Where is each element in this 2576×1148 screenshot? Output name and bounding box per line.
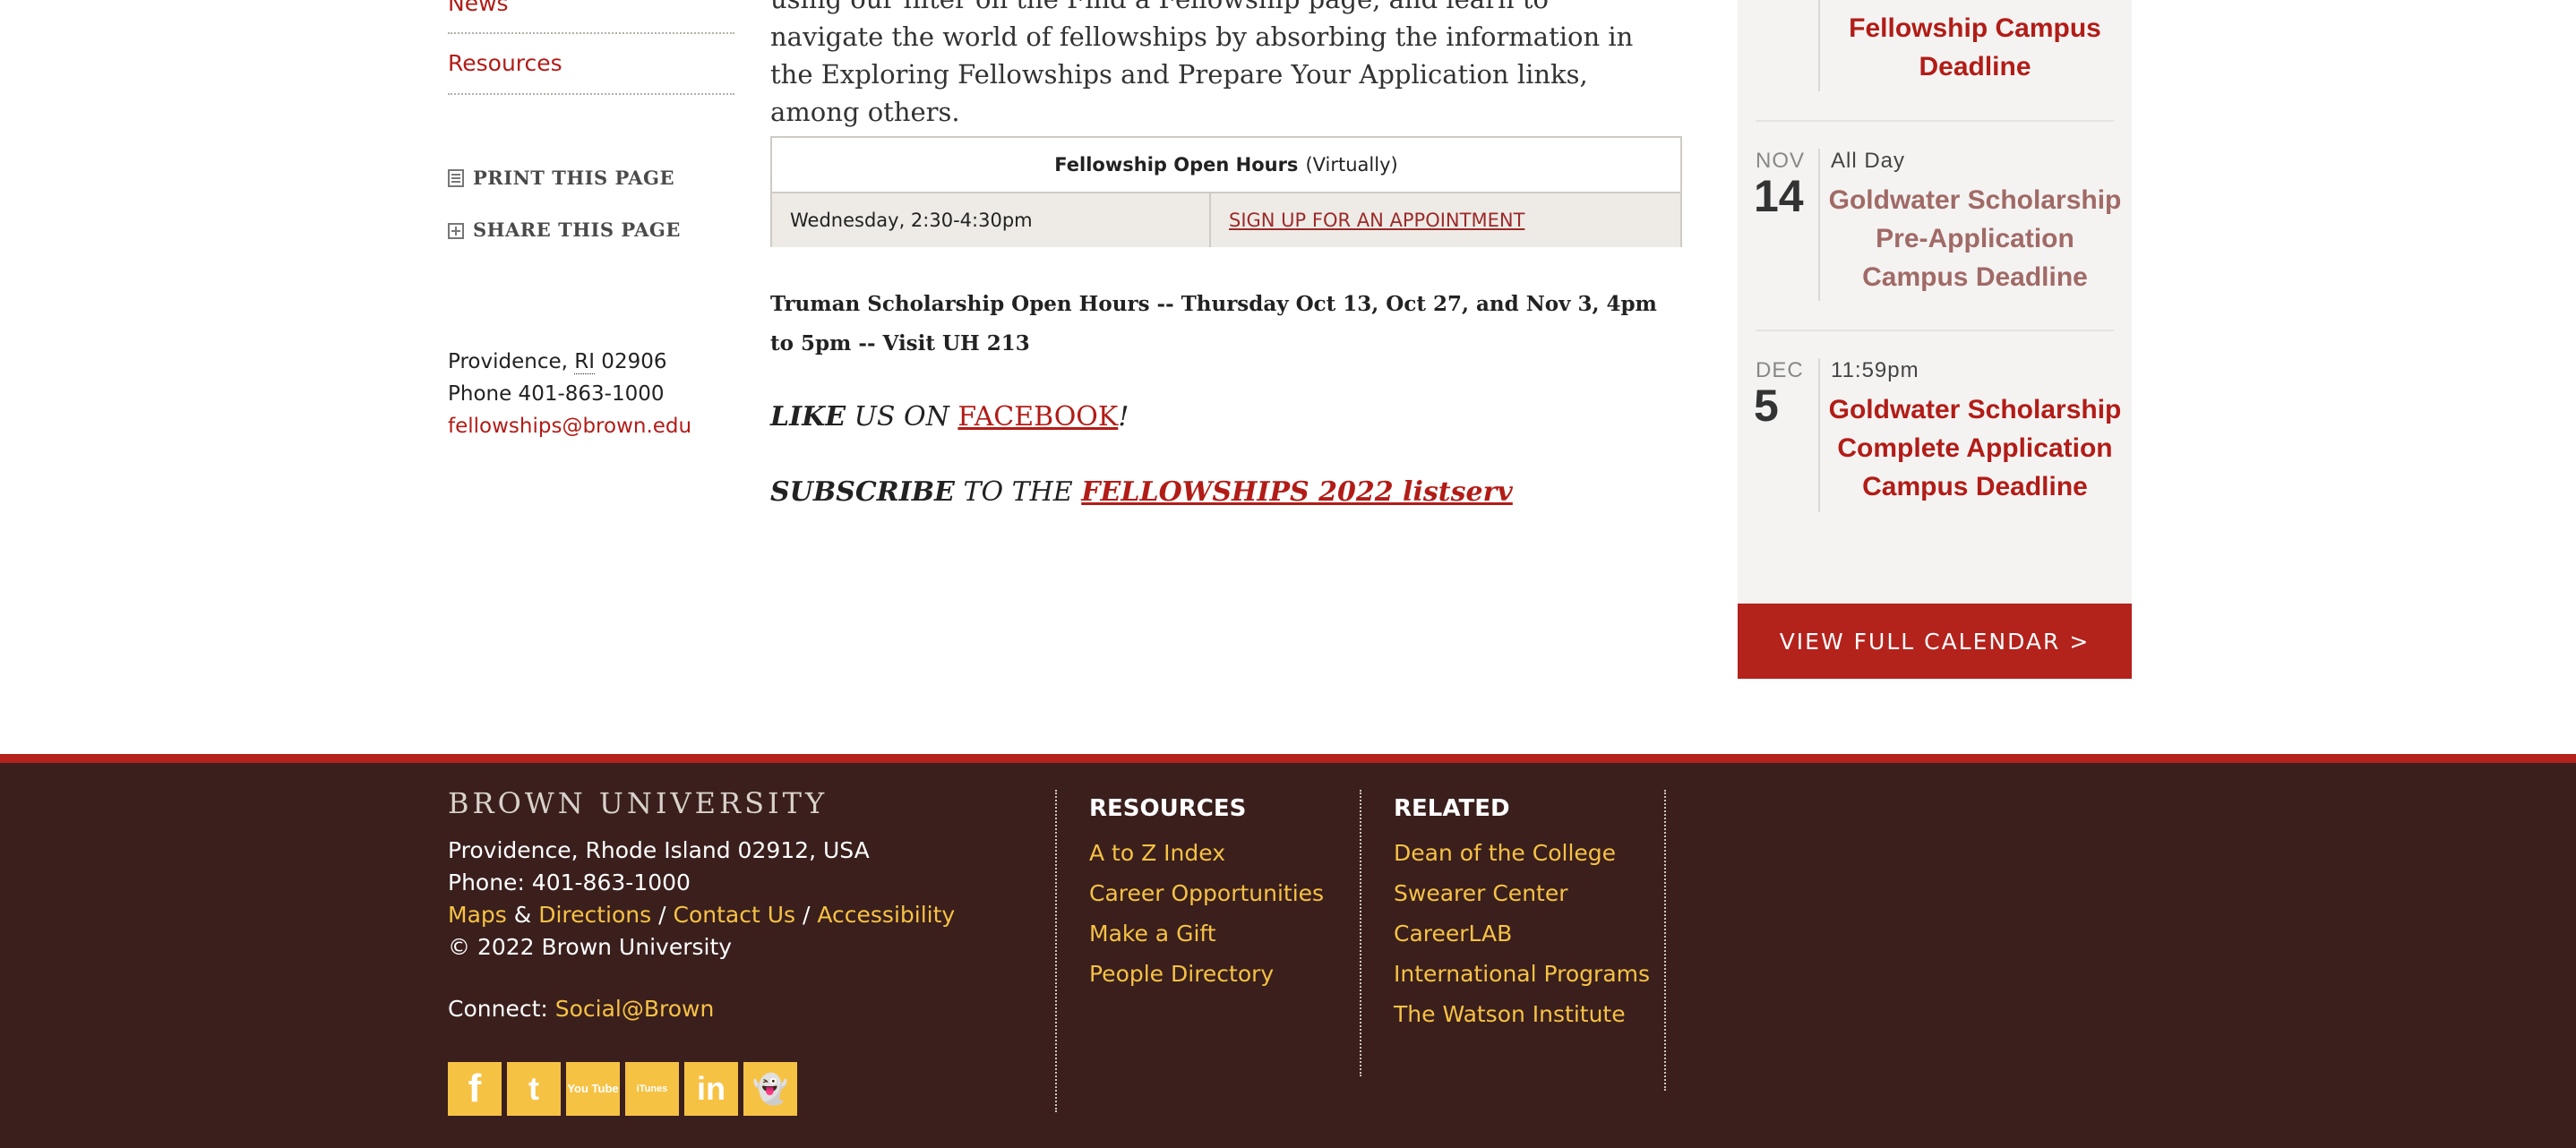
subscribe-rest: TO THE: [954, 476, 1082, 508]
event-time: 11:59pm: [1831, 358, 1919, 382]
subscribe-word: SUBSCRIBE: [770, 476, 955, 508]
open-hours-header: Fellowship Open Hours (Virtually): [772, 138, 1680, 193]
nav-item-resources[interactable]: Resources: [448, 32, 734, 95]
footer-links-row: Maps & Directions / Contact Us / Accessi…: [448, 899, 955, 931]
event-time: All Day: [1831, 149, 1906, 173]
footer-link[interactable]: Make a Gift: [1089, 913, 1324, 954]
subscribe-line: SUBSCRIBE TO THE FELLOWSHIPS 2022 listse…: [770, 476, 1513, 508]
copyright: © 2022 Brown University: [448, 934, 733, 960]
open-hours-row: Wednesday, 2:30-4:30pm SIGN UP FOR AN AP…: [772, 193, 1680, 247]
brown-university-wordmark[interactable]: BROWN UNIVERSITY: [448, 786, 828, 820]
footer-accent-bar: [0, 754, 2576, 763]
site-footer: BROWN UNIVERSITY Providence, Rhode Islan…: [0, 763, 2576, 1148]
open-hours-table: Fellowship Open Hours (Virtually) Wednes…: [770, 136, 1682, 247]
contact-address: Providence, RI 02906 Phone 401-863-1000 …: [448, 346, 691, 442]
print-page-button[interactable]: Print This Page: [448, 167, 674, 189]
share-page-label: Share This Page: [473, 218, 681, 241]
contact-us-link[interactable]: Contact Us: [673, 902, 795, 928]
maps-link[interactable]: Maps: [448, 902, 507, 928]
footer-link[interactable]: International Programs: [1394, 954, 1650, 994]
snapchat-icon[interactable]: 👻: [743, 1062, 797, 1116]
footer-related: RELATED Dean of the College Swearer Cent…: [1394, 793, 1650, 1034]
address-city: Providence,: [448, 350, 575, 373]
intro-paragraph: using our filter on the Find a Fellowshi…: [770, 0, 1634, 127]
share-page-button[interactable]: Share This Page: [448, 218, 681, 241]
twitter-icon[interactable]: t: [507, 1062, 561, 1116]
nav-item-news[interactable]: News: [448, 0, 734, 34]
event-separator: [1756, 120, 2114, 122]
event-divider: [1818, 149, 1820, 301]
appointment-signup-link[interactable]: SIGN UP FOR AN APPOINTMENT: [1229, 210, 1524, 231]
event-title-link[interactable]: Goldwater Scholarship Pre-Application Ca…: [1827, 181, 2123, 296]
ampersand: &: [506, 902, 539, 928]
facebook-link[interactable]: FACEBOOK: [957, 401, 1118, 433]
directions-link[interactable]: Directions: [538, 902, 651, 928]
footer-divider: [1360, 790, 1361, 1076]
footer-link[interactable]: CareerLAB: [1394, 913, 1650, 954]
truman-open-hours: Truman Scholarship Open Hours -- Thursda…: [770, 292, 1657, 356]
footer-divider: [1055, 790, 1057, 1112]
footer-phone: Phone: 401-863-1000: [448, 870, 691, 895]
connect-label: Connect:: [448, 996, 555, 1022]
like-end: !: [1118, 401, 1129, 433]
linkedin-icon[interactable]: in: [684, 1062, 738, 1116]
connect-line: Connect: Social@Brown: [448, 996, 714, 1022]
footer-divider: [1664, 790, 1666, 1091]
print-page-label: Print This Page: [473, 167, 674, 189]
listserv-link[interactable]: FELLOWSHIPS 2022 listserv: [1081, 476, 1513, 508]
resources-heading: RESOURCES: [1089, 795, 1247, 822]
open-hours-time: Wednesday, 2:30-4:30pm: [772, 193, 1211, 247]
event-title-link[interactable]: Fellowship Campus Deadline: [1827, 9, 2123, 86]
event-divider: [1818, 358, 1820, 512]
related-heading: RELATED: [1394, 795, 1510, 822]
slash-separator: /: [795, 902, 818, 928]
footer-resources: RESOURCES A to Z Index Career Opportunit…: [1089, 793, 1324, 994]
event-day: 5: [1754, 381, 1779, 431]
plus-box-icon: [448, 221, 464, 239]
facebook-icon[interactable]: f: [448, 1062, 502, 1116]
contact-phone: Phone 401-863-1000: [448, 382, 665, 406]
footer-link[interactable]: The Watson Institute: [1394, 994, 1650, 1034]
social-icons: f t You Tube iTunes in 👻: [448, 1062, 797, 1116]
facebook-line: LIKE US ON FACEBOOK!: [770, 401, 1129, 433]
footer-address: Providence, Rhode Island 02912, USA Phon…: [448, 835, 955, 964]
like-word: LIKE: [770, 401, 846, 433]
footer-link[interactable]: Swearer Center: [1394, 873, 1650, 913]
address-state: RI: [574, 350, 595, 374]
footer-link[interactable]: Career Opportunities: [1089, 873, 1324, 913]
slash-separator: /: [651, 902, 674, 928]
like-rest: US ON: [846, 401, 958, 433]
footer-link[interactable]: A to Z Index: [1089, 833, 1324, 873]
itunes-icon[interactable]: iTunes: [625, 1062, 679, 1116]
social-brown-link[interactable]: Social@Brown: [555, 996, 715, 1022]
footer-link[interactable]: Dean of the College: [1394, 833, 1650, 873]
document-icon: [448, 168, 464, 187]
open-hours-title: Fellowship Open Hours: [1054, 154, 1299, 176]
footer-link[interactable]: People Directory: [1089, 954, 1324, 994]
accessibility-link[interactable]: Accessibility: [817, 902, 955, 928]
event-title-link[interactable]: Goldwater Scholarship Complete Applicati…: [1827, 390, 2123, 506]
events-sidebar: Fellowship Campus Deadline NOV 14 All Da…: [1738, 0, 2132, 605]
event-divider: [1818, 0, 1820, 91]
event-day: 14: [1754, 171, 1804, 221]
event-separator: [1756, 330, 2114, 331]
view-full-calendar-button[interactable]: VIEW FULL CALENDAR >: [1738, 604, 2132, 679]
footer-street: Providence, Rhode Island 02912, USA: [448, 837, 870, 863]
contact-email-link[interactable]: fellowships@brown.edu: [448, 415, 691, 438]
youtube-icon[interactable]: You Tube: [566, 1062, 620, 1116]
address-zip: 02906: [595, 350, 667, 373]
open-hours-subtitle: (Virtually): [1305, 154, 1398, 176]
